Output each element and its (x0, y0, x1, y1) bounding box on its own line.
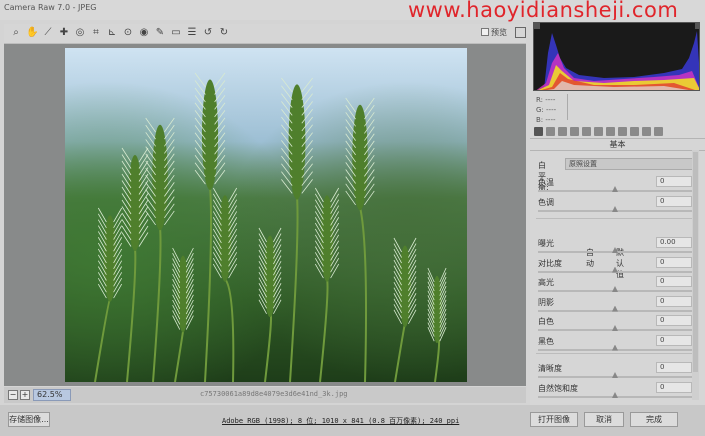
slider-label: 清晰度 (538, 364, 562, 373)
slider-label: 对比度 (538, 258, 562, 268)
slider-value-field[interactable]: 0 (656, 256, 692, 268)
slider-label: 曝光 (538, 239, 554, 248)
slider-thumb[interactable] (612, 325, 618, 331)
target-adjust-icon[interactable]: ◎ (74, 27, 86, 39)
b-value: ---- (545, 116, 556, 124)
divider (536, 218, 696, 219)
effects-tab-icon[interactable] (606, 127, 615, 136)
slider-thumb[interactable] (612, 305, 618, 312)
spot-removal-icon[interactable]: ⊙ (122, 27, 134, 39)
slider-value-field[interactable]: 0 (656, 362, 692, 373)
slider-thumb[interactable] (612, 247, 618, 253)
adjustment-brush-icon[interactable]: ✎ (154, 27, 166, 39)
status-bar: − + 62.5% c75730061a89d8e4079e3d6e41nd_3… (4, 387, 526, 403)
lens-tab-icon[interactable] (594, 127, 603, 136)
zoom-icon[interactable]: ⌕ (10, 27, 22, 39)
slider-label: 白色 (538, 317, 554, 326)
zoom-out-button[interactable]: − (8, 390, 18, 400)
white-balance-select[interactable]: 原照设置 (565, 158, 693, 170)
slider-value-field[interactable]: 0 (656, 315, 692, 326)
red-eye-icon[interactable]: ◉ (138, 27, 150, 39)
open-image-button[interactable]: 打开图像 (530, 412, 578, 427)
slider-label: 色温 (538, 178, 554, 187)
rotate-ccw-icon[interactable]: ↺ (202, 27, 214, 39)
readout-divider (567, 94, 568, 120)
split-toning-tab-icon[interactable] (582, 127, 591, 136)
snapshots-tab-icon[interactable] (642, 127, 651, 136)
title-bar: Camera Raw 7.0 - JPEG www.haoyidiansheji… (0, 0, 705, 22)
hsl-tab-icon[interactable] (570, 127, 579, 136)
rgb-readout: R: ---- G: ---- B: ---- (536, 96, 557, 124)
slider-label: 色调 (538, 198, 554, 207)
panel-scrollbar[interactable] (692, 150, 699, 400)
adjustment-panel: R: ---- G: ---- B: ---- 基本 白平衡: 原照设置 色温 0… (530, 20, 705, 405)
rotate-cw-icon[interactable]: ↻ (218, 27, 230, 39)
slider-row: 对比度 0 (538, 256, 696, 278)
slider-thumb[interactable] (612, 372, 618, 378)
slider-thumb[interactable] (612, 392, 618, 398)
graduated-filter-icon[interactable]: ▭ (170, 27, 182, 39)
histogram (533, 22, 700, 91)
save-image-button[interactable]: 存储图像... (8, 412, 50, 427)
slider-row: 白色 0 (538, 315, 696, 336)
panel-title: 基本 (530, 139, 705, 151)
preview-checkbox[interactable] (481, 28, 489, 36)
bottom-bar: 存储图像... Adobe RGB (1998); 8 位; 1010 x 84… (0, 405, 705, 436)
panel-tabs (530, 126, 705, 139)
window-title: Camera Raw 7.0 - JPEG (4, 3, 97, 12)
slider-value-field[interactable]: 0 (656, 176, 692, 187)
file-name: c75730061a89d8e4079e3d6e41nd_3k.jpg (200, 390, 348, 398)
presets-tab-icon[interactable] (630, 127, 639, 136)
scroll-thumb[interactable] (693, 152, 698, 372)
open-preferences-icon[interactable]: ☰ (186, 27, 198, 39)
slider-label: 黑色 (538, 336, 554, 346)
zoom-in-button[interactable]: + (20, 390, 30, 400)
wheat-photo (65, 48, 467, 382)
slider-value-field[interactable]: 0.00 (656, 237, 692, 248)
straighten-icon[interactable]: ⊾ (106, 27, 118, 39)
slider-thumb[interactable] (612, 186, 618, 192)
slider-value-field[interactable]: 0 (656, 276, 692, 287)
camera-calibration-tab-icon[interactable] (618, 127, 627, 136)
fullscreen-icon[interactable] (515, 27, 526, 38)
preview-label: 预览 (491, 28, 507, 37)
g-value: ---- (546, 106, 557, 114)
watermark-text: www.haoyidiansheji.com (408, 0, 679, 22)
toolbar: 预览 ⌕ ✋ ⟋ ✚ ◎ ⌗ ⊾ ⊙ ◉ ✎ ▭ ☰ ↺ ↻ (4, 24, 526, 44)
slider-row: 高光 0 (538, 276, 696, 297)
slider-row: 自然饱和度 0 (538, 382, 696, 403)
slider-label: 阴影 (538, 297, 554, 307)
cancel-button[interactable]: 取消 (584, 412, 624, 427)
divider (536, 353, 696, 354)
slider-thumb[interactable] (612, 286, 618, 292)
basic-tab-icon[interactable] (534, 127, 543, 136)
crop-icon[interactable]: ⌗ (90, 27, 102, 39)
slider-thumb[interactable] (612, 266, 618, 273)
slider-value-field[interactable]: 0 (656, 334, 692, 346)
slider-row: 阴影 0 (538, 295, 696, 317)
menu-icon[interactable] (654, 127, 663, 136)
image-canvas[interactable] (4, 44, 526, 386)
slider-row: 曝光 0.00 (538, 237, 696, 258)
slider-label: 高光 (538, 278, 554, 287)
r-value: ---- (545, 96, 556, 104)
slider-value-field[interactable]: 0 (656, 382, 692, 393)
photo-preview (65, 48, 467, 382)
slider-row: 色温 0 (538, 176, 696, 197)
workflow-options-link[interactable]: Adobe RGB (1998); 8 位; 1010 x 841 (0.8 百… (222, 416, 459, 426)
slider-row: 清晰度 0 (538, 362, 696, 383)
slider-value-field[interactable]: 0 (656, 196, 692, 207)
zoom-level-select[interactable]: 62.5% (33, 389, 71, 401)
white-balance-icon[interactable]: ⟋ (42, 27, 54, 39)
color-sampler-icon[interactable]: ✚ (58, 27, 70, 39)
hand-icon[interactable]: ✋ (26, 27, 38, 39)
detail-tab-icon[interactable] (558, 127, 567, 136)
done-button[interactable]: 完成 (630, 412, 678, 427)
slider-value-field[interactable]: 0 (656, 295, 692, 307)
tone-curve-tab-icon[interactable] (546, 127, 555, 136)
slider-label: 自然饱和度 (538, 384, 578, 393)
slider-thumb[interactable] (612, 344, 618, 351)
slider-thumb[interactable] (612, 206, 618, 212)
slider-row: 色调 0 (538, 196, 696, 217)
